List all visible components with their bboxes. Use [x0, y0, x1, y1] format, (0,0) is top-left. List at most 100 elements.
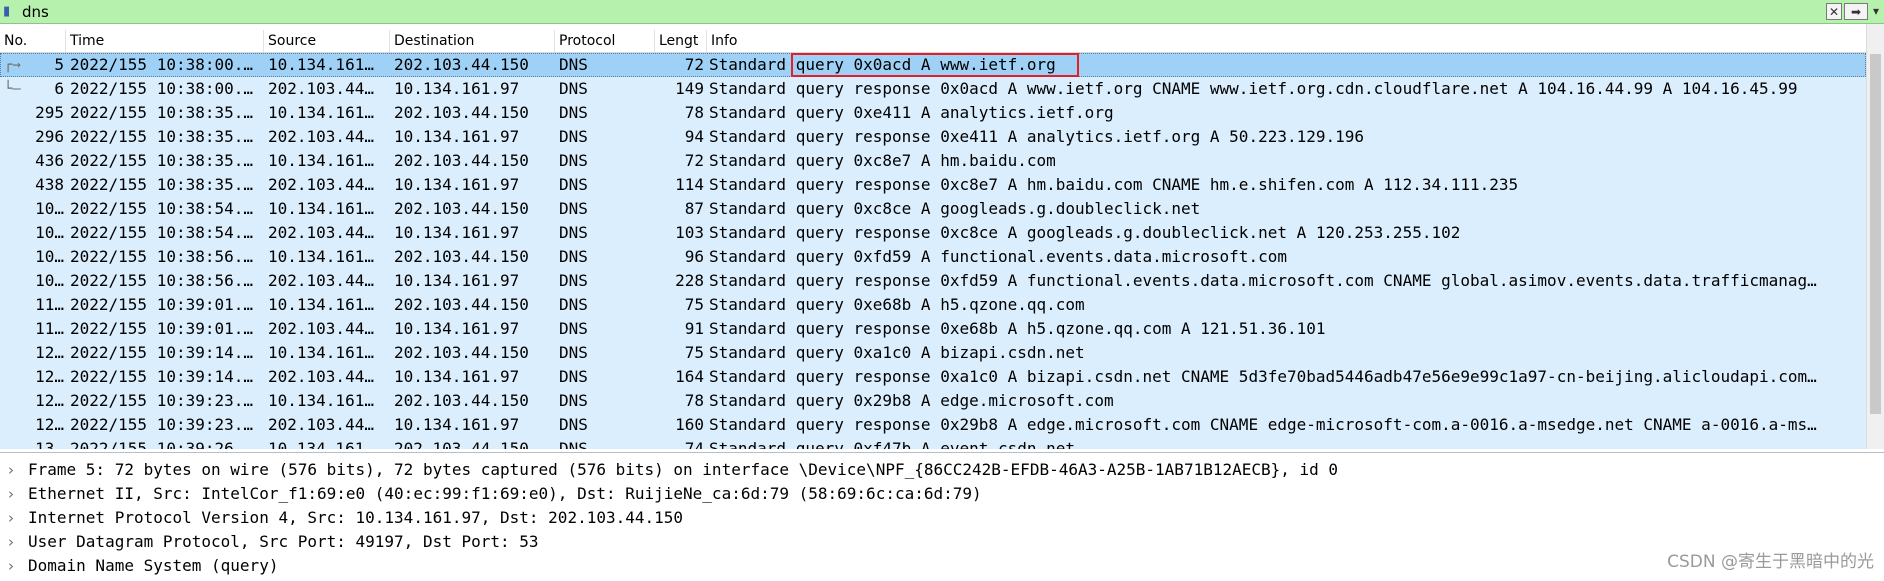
clear-filter-icon[interactable]: ✕ [1826, 3, 1842, 20]
packet-details-pane: › Frame 5: 72 bytes on wire (576 bits), … [0, 452, 1884, 581]
cell-no: 12… [35, 343, 64, 362]
column-length[interactable]: Lengt [655, 30, 707, 52]
cell-time: 2022/155 10:38:54.… [70, 223, 254, 242]
packet-row[interactable]: 11… 2022/155 10:39:01.… 202.103.44… 10.134.… [0, 317, 1866, 341]
chevron-right-icon[interactable]: › [8, 530, 14, 554]
chevron-down-icon[interactable]: ▾ [1870, 3, 1882, 20]
cell-length: 72 [684, 55, 704, 74]
cell-no: 10… [35, 271, 64, 290]
cell-destination: 202.103.44.150 [394, 103, 529, 122]
detail-frame[interactable]: › Frame 5: 72 bytes on wire (576 bits), … [0, 458, 1884, 482]
cell-time: 2022/155 10:39:14.… [70, 343, 254, 362]
cell-destination: 10.134.161.97 [394, 367, 520, 386]
cell-protocol: DNS [559, 79, 588, 98]
cell-destination: 202.103.44.150 [394, 247, 529, 266]
cell-info: Standard query 0xe411 A analytics.ietf.o… [709, 103, 1114, 122]
detail-dns[interactable]: › Domain Name System (query) [0, 554, 1884, 578]
cell-source: 10.134.161… [268, 391, 374, 410]
cell-source: 202.103.44… [268, 271, 374, 290]
cell-source: 202.103.44… [268, 415, 374, 434]
cell-info: Standard query response 0xe411 A analyti… [709, 127, 1365, 146]
cell-no: 12… [35, 391, 64, 410]
column-protocol[interactable]: Protocol [555, 30, 655, 52]
column-destination[interactable]: Destination [390, 30, 555, 52]
chevron-right-icon[interactable]: › [8, 458, 14, 482]
cell-info: Standard query 0x0acd A www.ietf.org [709, 55, 1056, 74]
cell-time: 2022/155 10:39:26.… [70, 439, 254, 449]
packet-row[interactable]: 10… 2022/155 10:38:54.… 202.103.44… 10.134.… [0, 221, 1866, 245]
chevron-right-icon[interactable]: › [8, 482, 14, 506]
cell-destination: 202.103.44.150 [394, 391, 529, 410]
column-source[interactable]: Source [264, 30, 390, 52]
cell-length: 149 [675, 79, 704, 98]
chevron-right-icon[interactable]: › [8, 554, 14, 578]
cell-source: 10.134.161… [268, 247, 374, 266]
cell-destination: 202.103.44.150 [394, 199, 529, 218]
detail-ethernet[interactable]: › Ethernet II, Src: IntelCor_f1:69:e0 (4… [0, 482, 1884, 506]
packet-row[interactable]: 10… 2022/155 10:38:56.… 202.103.44… 10.134.… [0, 269, 1866, 293]
packet-row[interactable]: 436 2022/155 10:38:35.… 10.134.161… 202.103… [0, 149, 1866, 173]
cell-length: 75 [684, 295, 704, 314]
detail-ipv4[interactable]: › Internet Protocol Version 4, Src: 10.1… [0, 506, 1884, 530]
cell-no: 436 [35, 151, 64, 170]
cell-time: 2022/155 10:38:54.… [70, 199, 254, 218]
cell-destination: 10.134.161.97 [394, 271, 520, 290]
apply-filter-icon[interactable]: ➡ [1844, 3, 1868, 20]
cell-protocol: DNS [559, 247, 588, 266]
cell-length: 228 [675, 271, 704, 290]
packet-row[interactable]: ┌→ 5 2022/155 10:38:00.… 10.134.161… 202.103… [0, 53, 1866, 77]
packet-row[interactable]: 13… 2022/155 10:39:26.… 10.134.161… 202.103… [0, 437, 1866, 449]
display-filter-input[interactable]: dns [22, 1, 49, 23]
cell-protocol: DNS [559, 415, 588, 434]
cell-info: Standard query 0xe68b A h5.qzone.qq.com [709, 295, 1085, 314]
cell-destination: 10.134.161.97 [394, 415, 520, 434]
detail-udp[interactable]: › User Datagram Protocol, Src Port: 4919… [0, 530, 1884, 554]
cell-length: 103 [675, 223, 704, 242]
cell-time: 2022/155 10:39:01.… [70, 319, 254, 338]
cell-protocol: DNS [559, 391, 588, 410]
cell-source: 10.134.161… [268, 343, 374, 362]
chevron-right-icon[interactable]: › [8, 506, 14, 530]
cell-length: 160 [675, 415, 704, 434]
packet-row[interactable]: 438 2022/155 10:38:35.… 202.103.44… 10.134.… [0, 173, 1866, 197]
packet-row[interactable]: 11… 2022/155 10:39:01.… 10.134.161… 202.103… [0, 293, 1866, 317]
packet-row[interactable]: 12… 2022/155 10:39:14.… 10.134.161… 202.103… [0, 341, 1866, 365]
packet-list-scrollbar[interactable] [1866, 24, 1884, 449]
cell-info: Standard query response 0xe68b A h5.qzon… [709, 319, 1326, 338]
packet-row[interactable]: 12… 2022/155 10:39:14.… 202.103.44… 10.134.… [0, 365, 1866, 389]
cell-no: 12… [35, 367, 64, 386]
packet-row[interactable]: 12… 2022/155 10:39:23.… 10.134.161… 202.103… [0, 389, 1866, 413]
bookmark-icon[interactable]: ▮ [3, 3, 17, 20]
cell-info: Standard query response 0xa1c0 A bizapi.… [709, 367, 1817, 386]
cell-time: 2022/155 10:39:23.… [70, 415, 254, 434]
packet-row[interactable]: 10… 2022/155 10:38:56.… 10.134.161… 202.103… [0, 245, 1866, 269]
cell-destination: 202.103.44.150 [394, 343, 529, 362]
column-time[interactable]: Time [66, 30, 264, 52]
cell-source: 202.103.44… [268, 175, 374, 194]
cell-protocol: DNS [559, 319, 588, 338]
packet-row[interactable]: 10… 2022/155 10:38:54.… 10.134.161… 202.103… [0, 197, 1866, 221]
cell-protocol: DNS [559, 103, 588, 122]
scrollbar-thumb[interactable] [1870, 54, 1881, 414]
cell-time: 2022/155 10:39:14.… [70, 367, 254, 386]
cell-time: 2022/155 10:38:00.… [70, 79, 254, 98]
cell-no: 10… [35, 247, 64, 266]
cell-source: 202.103.44… [268, 319, 374, 338]
cell-info: Standard query 0x29b8 A edge.microsoft.c… [709, 391, 1114, 410]
cell-time: 2022/155 10:38:35.… [70, 127, 254, 146]
cell-no: 438 [35, 175, 64, 194]
packet-row[interactable]: 296 2022/155 10:38:35.… 202.103.44… 10.134.… [0, 125, 1866, 149]
column-no[interactable]: No. [0, 30, 66, 52]
cell-no: 13… [35, 439, 64, 449]
cell-source: 202.103.44… [268, 79, 374, 98]
cell-time: 2022/155 10:38:35.… [70, 151, 254, 170]
cell-destination: 202.103.44.150 [394, 439, 529, 449]
packet-row[interactable]: 12… 2022/155 10:39:23.… 202.103.44… 10.134.… [0, 413, 1866, 437]
cell-destination: 10.134.161.97 [394, 223, 520, 242]
cell-info: Standard query 0xa1c0 A bizapi.csdn.net [709, 343, 1085, 362]
packet-row[interactable]: └— 6 2022/155 10:38:00.… 202.103.44… 10.134.… [0, 77, 1866, 101]
cell-protocol: DNS [559, 55, 588, 74]
packet-row[interactable]: 295 2022/155 10:38:35.… 10.134.161… 202.103… [0, 101, 1866, 125]
column-info[interactable]: Info [707, 30, 1866, 52]
cell-destination: 10.134.161.97 [394, 79, 520, 98]
